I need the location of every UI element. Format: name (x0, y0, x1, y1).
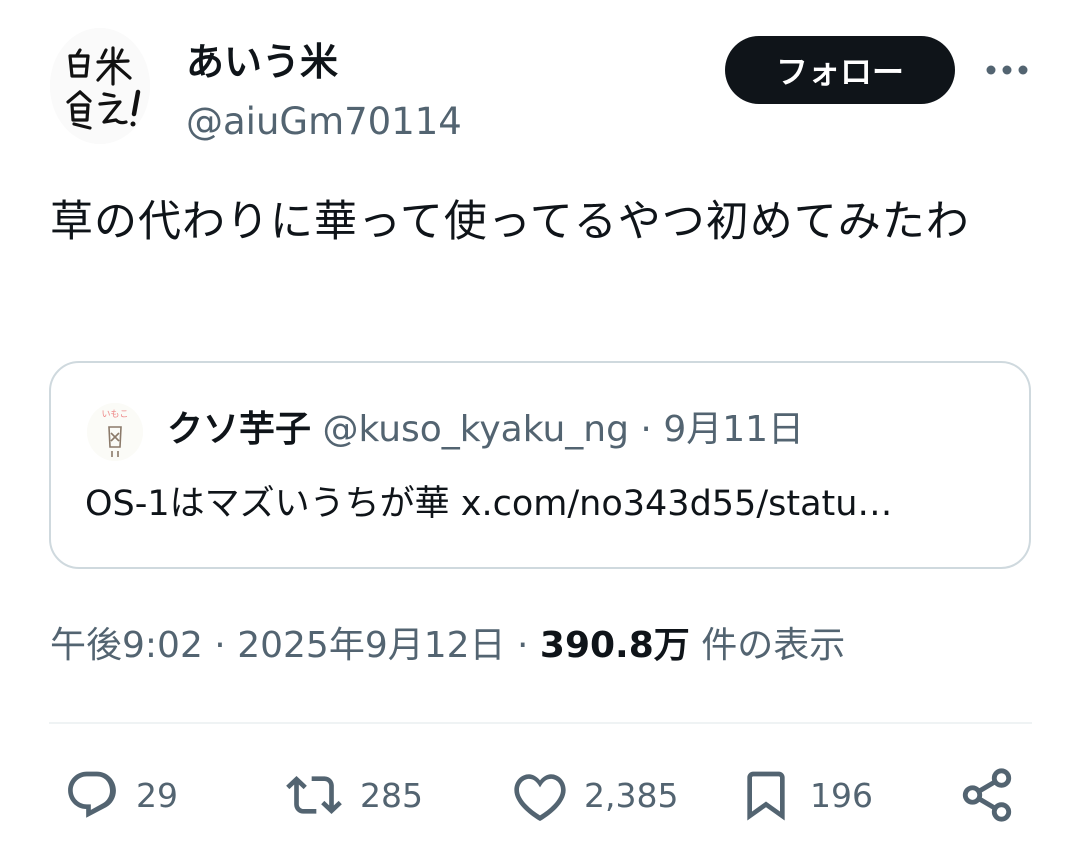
like-button[interactable]: 2,385 (512, 762, 678, 828)
reply-icon (68, 771, 116, 818)
quote-avatar-image: いもこ (87, 403, 143, 461)
bookmark-icon (747, 771, 785, 821)
quote-separator: · (640, 409, 652, 450)
quote-author-handle[interactable]: @kuso_kyaku_ng (322, 409, 629, 450)
tweet-detail: あいう米 @aiuGm70114 フォロー 草の代わりに華って使ってるやつ初めて… (0, 0, 1080, 846)
tweet-text: 草の代わりに華って使ってるやつ初めてみたわ (50, 197, 970, 247)
quote-text: OS-1はマズいうちが華 x.com/no343d55/statu… (85, 484, 893, 524)
more-options-button[interactable] (982, 50, 1032, 90)
reply-button[interactable]: 29 (64, 762, 178, 828)
author-handle[interactable]: @aiuGm70114 (186, 96, 462, 148)
avatar-calligraphy-image (50, 28, 150, 144)
retweet-button[interactable]: 285 (284, 762, 423, 828)
quote-avatar-lettering: いもこ (101, 409, 128, 420)
views-label: 件の表示 (701, 625, 846, 666)
heart-icon (514, 774, 566, 822)
divider (49, 722, 1032, 724)
retweet-count: 285 (360, 775, 423, 815)
author-avatar[interactable] (50, 28, 150, 144)
tweet-date[interactable]: 2025年9月12日 (237, 625, 505, 666)
meta-separator: · (214, 625, 226, 666)
views-count: 390.8万 (539, 625, 690, 666)
quote-header: クソ芋子 @kuso_kyaku_ng · 9月11日 (167, 405, 804, 455)
share-icon (962, 768, 1012, 822)
quote-author-avatar[interactable]: いもこ (87, 403, 143, 461)
retweet-icon (286, 776, 342, 814)
bookmark-count: 196 (810, 775, 873, 815)
share-button[interactable] (958, 762, 1016, 828)
tweet-meta: 午後9:02 · 2025年9月12日 · 390.8万 件の表示 (50, 620, 845, 672)
tweet-time[interactable]: 午後9:02 (50, 625, 203, 666)
author-display-name[interactable]: あいう米 (186, 36, 338, 88)
quoted-tweet-card[interactable]: いもこ クソ芋子 @kuso_kyaku_ng · 9月11日 OS-1はマズい… (49, 361, 1031, 569)
more-horizontal-icon (986, 65, 1028, 75)
follow-button[interactable]: フォロー (725, 36, 955, 104)
quote-author-name[interactable]: クソ芋子 (167, 409, 311, 450)
quote-date[interactable]: 9月11日 (663, 409, 804, 450)
reply-count: 29 (136, 775, 178, 815)
like-count: 2,385 (584, 775, 679, 815)
bookmark-button[interactable]: 196 (738, 762, 873, 828)
meta-separator: · (517, 625, 529, 666)
